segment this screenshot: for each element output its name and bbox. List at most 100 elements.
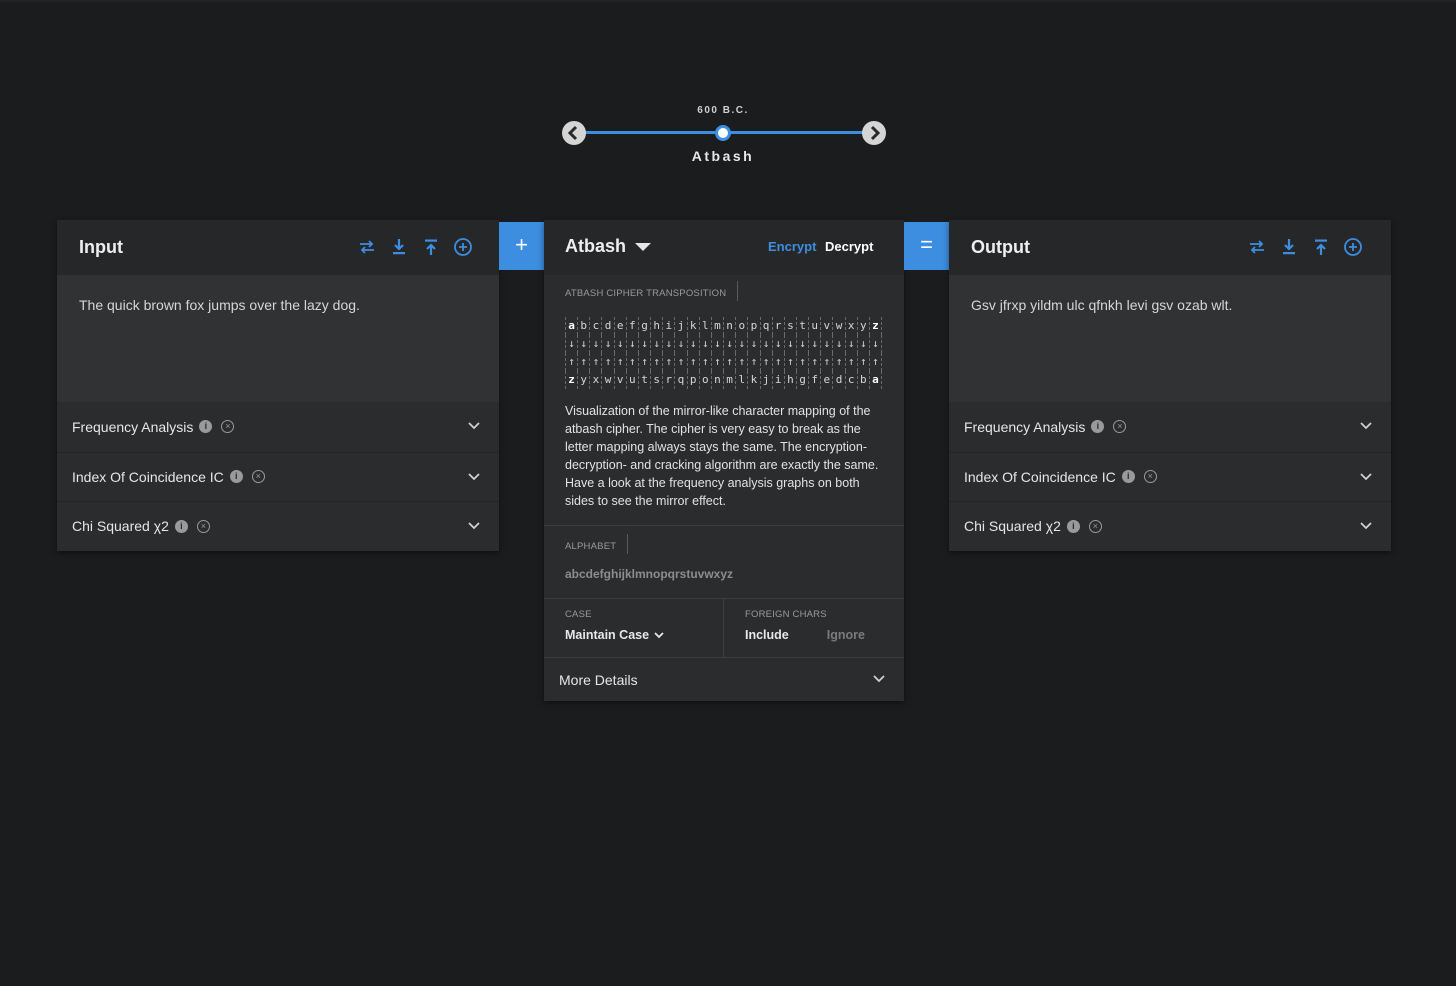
info-icon[interactable]: i	[229, 470, 243, 484]
timeline-prev-button[interactable]	[562, 121, 586, 145]
down-arrow-icon: ↓	[747, 335, 759, 353]
mapping-grid: abcdefghijklmnopqrstuvwxyz ↓ ↓ ↓ ↓ ↓ ↓ ↓ ↓ ↓ ↓ ↓ ↓ ↓…	[565, 317, 883, 389]
close-icon[interactable]: ×	[1088, 519, 1102, 533]
close-icon[interactable]: ×	[1113, 420, 1127, 434]
up-arrow-icon: ↑	[783, 353, 796, 371]
up-arrow-icon: ↑	[601, 353, 613, 371]
input-frequency-analysis[interactable]: Frequency Analysis i ×	[57, 402, 499, 452]
plain-letter: i	[662, 317, 674, 335]
info-icon[interactable]: i	[199, 420, 213, 434]
include-option[interactable]: Include	[745, 628, 789, 642]
up-arrow-icon: ↑	[759, 353, 772, 371]
swap-icon[interactable]	[1247, 235, 1267, 259]
upload-icon[interactable]	[1311, 235, 1331, 259]
down-arrow-icon: ↓	[832, 335, 844, 353]
output-chi-analysis[interactable]: Chi Squared χ2 i ×	[949, 501, 1391, 551]
plain-letter: b	[577, 317, 589, 335]
alphabet-label: ALPHABET	[565, 534, 629, 554]
plain-letter: n	[723, 317, 735, 335]
chevron-down-icon	[654, 632, 664, 639]
cipher-letter: z	[565, 371, 577, 389]
cipher-timeline: 600 B.C. Atbash	[560, 100, 890, 170]
down-arrow-icon: ↓	[686, 335, 699, 353]
info-icon[interactable]: i	[1091, 420, 1105, 434]
close-icon[interactable]: ×	[221, 420, 235, 434]
input-analysis-list: Frequency Analysis i × Index Of Coincide…	[57, 402, 499, 551]
plain-letter: q	[759, 317, 772, 335]
up-arrow-icon: ↑	[856, 353, 869, 371]
plain-letter: v	[820, 317, 832, 335]
info-icon[interactable]: i	[1066, 519, 1080, 533]
upload-icon[interactable]	[421, 235, 441, 259]
output-ic-analysis[interactable]: Index Of Coincidence IC i ×	[949, 451, 1391, 502]
plain-letter: s	[783, 317, 796, 335]
swap-icon[interactable]	[357, 235, 377, 259]
case-value: Maintain Case	[565, 628, 650, 642]
info-icon[interactable]: i	[1121, 470, 1135, 484]
cipher-letter: y	[577, 371, 589, 389]
encrypt-toggle[interactable]: Encrypt	[768, 239, 816, 254]
cipher-letter: c	[844, 371, 857, 389]
timeline-date: 600 B.C.	[697, 105, 749, 116]
chevron-down-icon[interactable]	[1359, 419, 1373, 433]
cipher-letter: o	[698, 371, 711, 389]
up-arrow-icon: ↑	[650, 353, 662, 371]
chevron-down-icon[interactable]	[1359, 519, 1373, 533]
chevron-down-icon[interactable]	[1359, 470, 1373, 484]
up-arrow-icon: ↑	[771, 353, 784, 371]
cipher-select[interactable]: Atbash	[565, 236, 652, 257]
down-arrow-icon: ↓	[844, 335, 857, 353]
input-textarea[interactable]: The quick brown fox jumps over the lazy …	[57, 275, 499, 402]
download-icon[interactable]	[389, 235, 409, 259]
input-title: Input	[79, 237, 123, 257]
alphabet-input[interactable]: abcdefghijklmnopqrstuvwxyz	[565, 567, 883, 581]
output-textarea[interactable]: Gsv jfrxp yildm ulc qfnkh levi gsv ozab …	[949, 275, 1391, 402]
chevron-down-icon[interactable]	[467, 470, 481, 484]
plain-letter: x	[844, 317, 857, 335]
decrypt-toggle[interactable]: Decrypt	[825, 239, 873, 254]
cipher-letter: d	[832, 371, 844, 389]
up-arrow-icon: ↑	[723, 353, 735, 371]
down-arrow-icon: ↓	[637, 335, 650, 353]
chi-analysis-label: Chi Squared χ2	[964, 518, 1061, 535]
ignore-option[interactable]: Ignore	[827, 628, 865, 642]
chevron-down-icon[interactable]	[467, 419, 481, 433]
cipher-letter: w	[601, 371, 613, 389]
output-header: Output	[949, 220, 1391, 275]
plain-alphabet-row: abcdefghijklmnopqrstuvwxyz	[565, 317, 883, 335]
up-arrow-icon: ↑	[613, 353, 626, 371]
add-cipher-button[interactable]: +	[499, 222, 544, 270]
chevron-right-icon	[870, 125, 881, 141]
input-chi-analysis[interactable]: Chi Squared χ2 i ×	[57, 501, 499, 551]
output-frequency-analysis[interactable]: Frequency Analysis i ×	[949, 402, 1391, 452]
caret-down-icon	[635, 242, 652, 251]
timeline-next-button[interactable]	[862, 121, 886, 145]
down-arrow-icon: ↓	[735, 335, 747, 353]
frequency-analysis-label: Frequency Analysis	[964, 418, 1086, 435]
plain-letter: o	[735, 317, 747, 335]
down-arrow-icon: ↓	[577, 335, 589, 353]
info-icon[interactable]: i	[174, 519, 188, 533]
down-arrow-icon: ↓	[674, 335, 686, 353]
plain-letter: w	[832, 317, 844, 335]
down-arrow-icon: ↓	[771, 335, 784, 353]
add-circle-icon[interactable]	[1343, 235, 1363, 259]
close-icon[interactable]: ×	[1143, 470, 1157, 484]
timeline-marker[interactable]	[715, 125, 731, 141]
plain-letter: z	[868, 317, 883, 335]
plain-letter: t	[795, 317, 808, 335]
more-details-toggle[interactable]: More Details	[544, 658, 904, 701]
down-arrow-icon: ↓	[625, 335, 638, 353]
cipher-letter: a	[868, 371, 883, 389]
up-arrow-icon: ↑	[662, 353, 674, 371]
download-icon[interactable]	[1279, 235, 1299, 259]
close-icon[interactable]: ×	[251, 470, 265, 484]
down-arrow-icon: ↓	[759, 335, 772, 353]
add-circle-icon[interactable]	[453, 235, 473, 259]
close-icon[interactable]: ×	[196, 519, 210, 533]
chevron-down-icon[interactable]	[467, 519, 481, 533]
up-arrow-icon: ↑	[747, 353, 759, 371]
chevron-down-icon	[873, 675, 885, 683]
case-select[interactable]: Maintain Case	[565, 628, 702, 642]
input-ic-analysis[interactable]: Index Of Coincidence IC i ×	[57, 451, 499, 502]
